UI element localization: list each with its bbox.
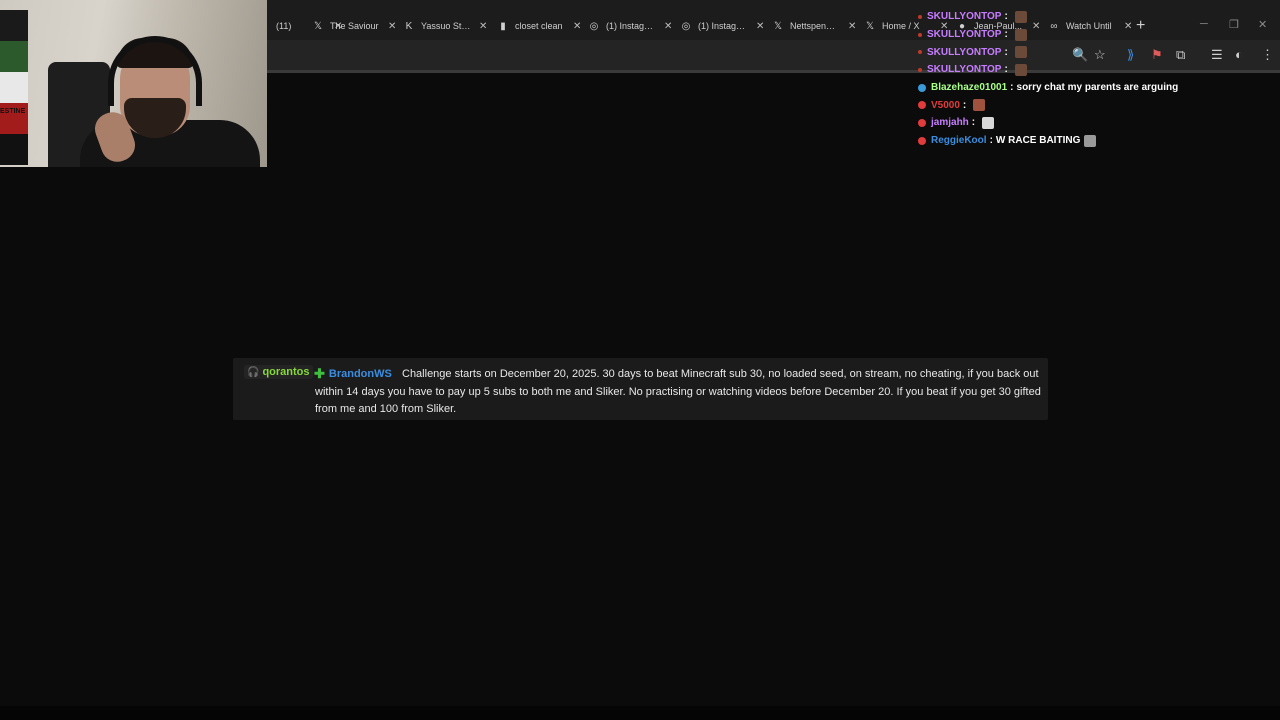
- instagram-logo-icon: ◎: [681, 20, 691, 32]
- chat-username[interactable]: Blazehaze01001: [931, 82, 1007, 93]
- chat-username[interactable]: SKULLYONTOP: [927, 64, 1001, 75]
- close-window-icon[interactable]: ✕: [1258, 18, 1267, 31]
- chat-badge-icon: [918, 32, 922, 37]
- x-logo-icon: 𝕏: [313, 20, 323, 32]
- chat-message: SKULLYONTOP:: [918, 8, 1258, 26]
- browser-tab[interactable]: K Yassuo Strea ✕: [403, 14, 488, 38]
- chat-emote-icon: [973, 99, 986, 112]
- chat-message: jamjahh:: [918, 114, 1258, 132]
- browser-tab[interactable]: 𝕏 The Saviour ✕: [312, 14, 396, 38]
- tab-close-icon[interactable]: ✕: [573, 21, 581, 32]
- wall-flag: [0, 10, 28, 165]
- plus-icon: ✚: [314, 366, 325, 381]
- tab-title: Yassuo Strea: [421, 21, 471, 31]
- kick-logo-icon: K: [405, 20, 413, 32]
- pinned-message-text: Challenge starts on December 20, 2025. 3…: [315, 368, 1041, 416]
- chat-badge-icon: [918, 101, 926, 110]
- tab-title: (1) Instagram: [698, 21, 748, 31]
- chat-username[interactable]: SKULLYONTOP: [927, 47, 1001, 58]
- pinned-mention-name: BrandonWS: [328, 368, 392, 380]
- chat-username[interactable]: jamjahh: [931, 117, 969, 128]
- chat-badge-icon: [918, 118, 926, 127]
- pinned-author-name: qorantos: [262, 366, 310, 378]
- chat-separator: :: [1004, 29, 1008, 41]
- chat-message: SKULLYONTOP:: [918, 61, 1258, 79]
- chat-username[interactable]: V5000: [931, 100, 960, 111]
- bottom-bar: [0, 706, 1280, 720]
- chat-badge-icon: [918, 67, 922, 72]
- chat-message: SKULLYONTOP:: [918, 43, 1258, 61]
- tab-close-icon[interactable]: ✕: [388, 21, 396, 32]
- browser-tab[interactable]: ▮ closet clean ✕: [497, 14, 581, 38]
- chat-separator: :: [1004, 64, 1008, 76]
- pinned-mention[interactable]: ✚ BrandonWS: [314, 366, 392, 382]
- x-logo-icon: 𝕏: [773, 20, 783, 32]
- pinned-message-card: Challenge starts on December 20, 2025. 3…: [233, 358, 1048, 420]
- browser-menu-icon[interactable]: ⋮: [1261, 47, 1274, 63]
- headphones-icon: 🎧: [247, 366, 260, 378]
- instagram-logo-icon: ◎: [589, 20, 599, 32]
- tab-close-icon[interactable]: ✕: [664, 21, 672, 32]
- chat-emote-icon: [982, 116, 995, 129]
- browser-tab[interactable]: 𝕏 Nettspend C ✕: [772, 14, 856, 38]
- chat-username[interactable]: SKULLYONTOP: [927, 29, 1001, 40]
- chat-badge-icon: [918, 14, 922, 19]
- chat-emote-icon: [1014, 28, 1027, 41]
- chat-emote-icon: [1084, 134, 1097, 147]
- tab-title: The Saviour: [330, 21, 379, 31]
- chat-overlay: SKULLYONTOP: SKULLYONTOP: SKULLYONTOP: SKUL…: [918, 8, 1258, 150]
- chat-text: sorry chat my parents are arguing: [1016, 82, 1179, 94]
- chat-badge-icon: [918, 83, 926, 92]
- chat-message: SKULLYONTOP:: [918, 26, 1258, 44]
- chat-text: W RACE BAITING: [995, 135, 1081, 147]
- twitch-logo-icon: ▮: [500, 20, 506, 32]
- chat-emote-icon: [1014, 46, 1027, 59]
- chat-separator: :: [989, 135, 993, 147]
- tab-close-icon[interactable]: ✕: [756, 21, 764, 32]
- pinned-message-author[interactable]: 🎧 qorantos: [244, 365, 313, 379]
- chat-badge-icon: [918, 50, 922, 55]
- chat-message: V5000:: [918, 96, 1258, 114]
- chat-username[interactable]: ReggieKool: [931, 135, 987, 146]
- chat-separator: :: [1004, 46, 1008, 58]
- tab-title: Nettspend C: [790, 21, 840, 31]
- browser-tab[interactable]: ◎ (1) Instagram ✕: [680, 14, 765, 38]
- chat-message: ReggieKool: W RACE BAITING: [918, 132, 1258, 150]
- chat-emote-icon: [1014, 10, 1027, 23]
- wall-flag-text: ESTINE: [0, 108, 26, 115]
- chat-message: Blazehaze01001: sorry chat my parents are…: [918, 79, 1258, 97]
- chat-separator: :: [971, 117, 976, 129]
- chat-badge-icon: [918, 136, 926, 145]
- tab-close-icon[interactable]: ✕: [848, 21, 856, 32]
- tab-title: (1) Instagram: [606, 21, 656, 31]
- chat-username[interactable]: SKULLYONTOP: [927, 11, 1001, 22]
- chat-emote-icon: [1014, 63, 1027, 76]
- x-logo-icon: 𝕏: [865, 20, 875, 32]
- chat-separator: :: [1010, 82, 1014, 94]
- tab-title: closet clean: [515, 21, 563, 31]
- browser-tab[interactable]: ◎ (1) Instagram ✕: [588, 14, 673, 38]
- webcam-overlay: ESTINE: [0, 0, 267, 167]
- chat-separator: :: [962, 99, 967, 111]
- chat-separator: :: [1004, 11, 1008, 23]
- tab-close-icon[interactable]: ✕: [479, 21, 487, 32]
